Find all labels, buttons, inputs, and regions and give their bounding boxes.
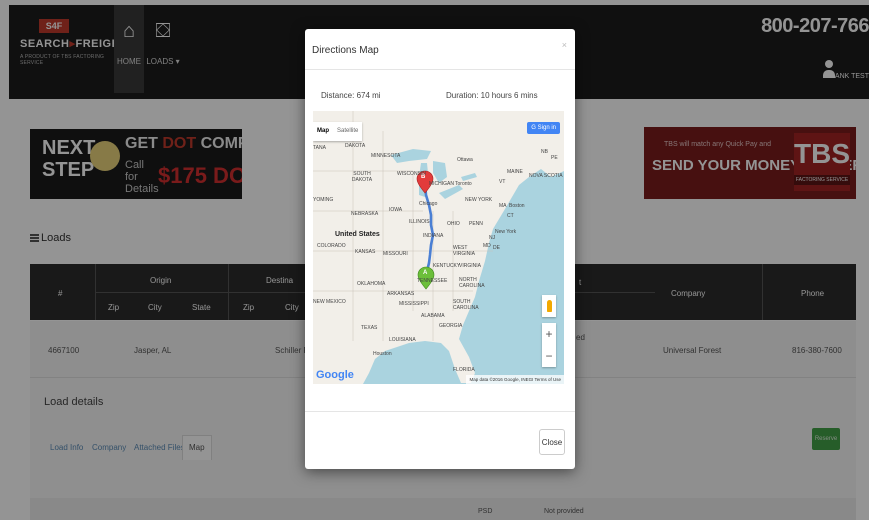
map-label: NJ (489, 235, 496, 241)
map-label: NEW YORK (465, 197, 493, 203)
map-label: TEXAS (361, 325, 378, 331)
modal-title: Directions Map (312, 45, 379, 56)
map-label: YOMING (313, 197, 334, 203)
map-label: KANSAS (355, 249, 376, 255)
map-label: LOUISIANA (389, 337, 416, 343)
map-label: VT (499, 179, 506, 185)
map-label: PE (551, 155, 558, 161)
map-label: Toronto (455, 181, 472, 187)
directions-map-modal: Directions Map × Distance: 674 mi Durati… (305, 29, 575, 469)
marker-a-label: A (423, 270, 428, 276)
map-label: NORTH CAROLINA (459, 277, 485, 289)
route-duration: Duration: 10 hours 6 mins (446, 91, 538, 100)
close-icon[interactable]: × (562, 40, 567, 50)
map-label: OHIO (447, 221, 460, 227)
modal-footer: Close (305, 411, 575, 469)
map-type-satellite[interactable]: Satellite (333, 122, 362, 141)
map-label: KENTUCKY (433, 263, 461, 269)
map-type-map[interactable]: Map (313, 122, 333, 141)
map-label: DE (493, 245, 500, 251)
map-label: DAKOTA (345, 143, 366, 149)
map-label: NOVA SCOTIA (529, 173, 563, 179)
map-label: Houston (373, 351, 392, 357)
map-attribution[interactable]: Map data ©2016 Google, INEGI Terms of Us… (466, 375, 564, 384)
map-label: TANA (313, 145, 326, 151)
route-distance: Distance: 674 mi (321, 91, 381, 100)
modal-header: Directions Map × (305, 29, 575, 70)
map-label: INDIANA (423, 233, 444, 239)
map-canvas (313, 111, 564, 384)
map-label: MISSISSIPPI (399, 301, 429, 307)
map-land (313, 111, 564, 384)
map-label: MAINE (507, 169, 523, 175)
map-label: GEORGIA (439, 323, 463, 329)
map-label: ILLINOIS (409, 219, 430, 225)
directions-map[interactable]: B A TANA DAKOTA MINNESOTA Ottawa SOUTH D… (313, 111, 564, 384)
zoom-out-button[interactable]: − (542, 345, 556, 367)
map-label: MISSOURI (383, 251, 408, 257)
map-label: OKLAHOMA (357, 281, 386, 287)
zoom-in-button[interactable]: + (542, 323, 556, 345)
map-label: SOUTH CAROLINA (453, 299, 479, 311)
google-logo: Google (316, 369, 354, 381)
map-label: MA (499, 203, 507, 209)
map-label: Boston (509, 203, 525, 209)
map-label: ALABAMA (421, 313, 445, 319)
map-type-control: Map Satellite (313, 122, 363, 141)
map-label: VIRGINIA (459, 263, 481, 269)
map-label: FLORIDA (453, 367, 475, 373)
map-label: NB (541, 149, 548, 155)
map-label: CT (507, 213, 514, 219)
map-label: MD (483, 243, 491, 249)
map-label: ARKANSAS (387, 291, 415, 297)
map-label: IOWA (389, 207, 403, 213)
map-label: NEW MEXICO (313, 299, 346, 305)
map-label: MICHIGAN (429, 181, 454, 187)
map-label: WEST VIRGINIA (453, 245, 475, 257)
map-label: New York (495, 229, 517, 235)
map-label: TENNESSEE (417, 278, 448, 284)
map-label: MINNESOTA (371, 153, 401, 159)
map-label: NEBRASKA (351, 211, 379, 217)
close-button[interactable]: Close (539, 429, 565, 455)
map-sign-in[interactable]: G Sign in (527, 122, 560, 134)
map-label: SOUTH DAKOTA (351, 171, 373, 183)
map-sign-in-label: Sign in (537, 125, 556, 131)
map-label: PENN (469, 221, 483, 227)
map-label: Ottawa (457, 157, 473, 163)
map-label: WISCONSIN (397, 171, 426, 177)
map-label-country: United States (335, 231, 380, 238)
zoom-control: + − (542, 323, 556, 367)
pegman-icon[interactable] (542, 295, 556, 317)
map-label: COLORADO (317, 243, 346, 249)
map-label: Chicago (419, 201, 438, 207)
